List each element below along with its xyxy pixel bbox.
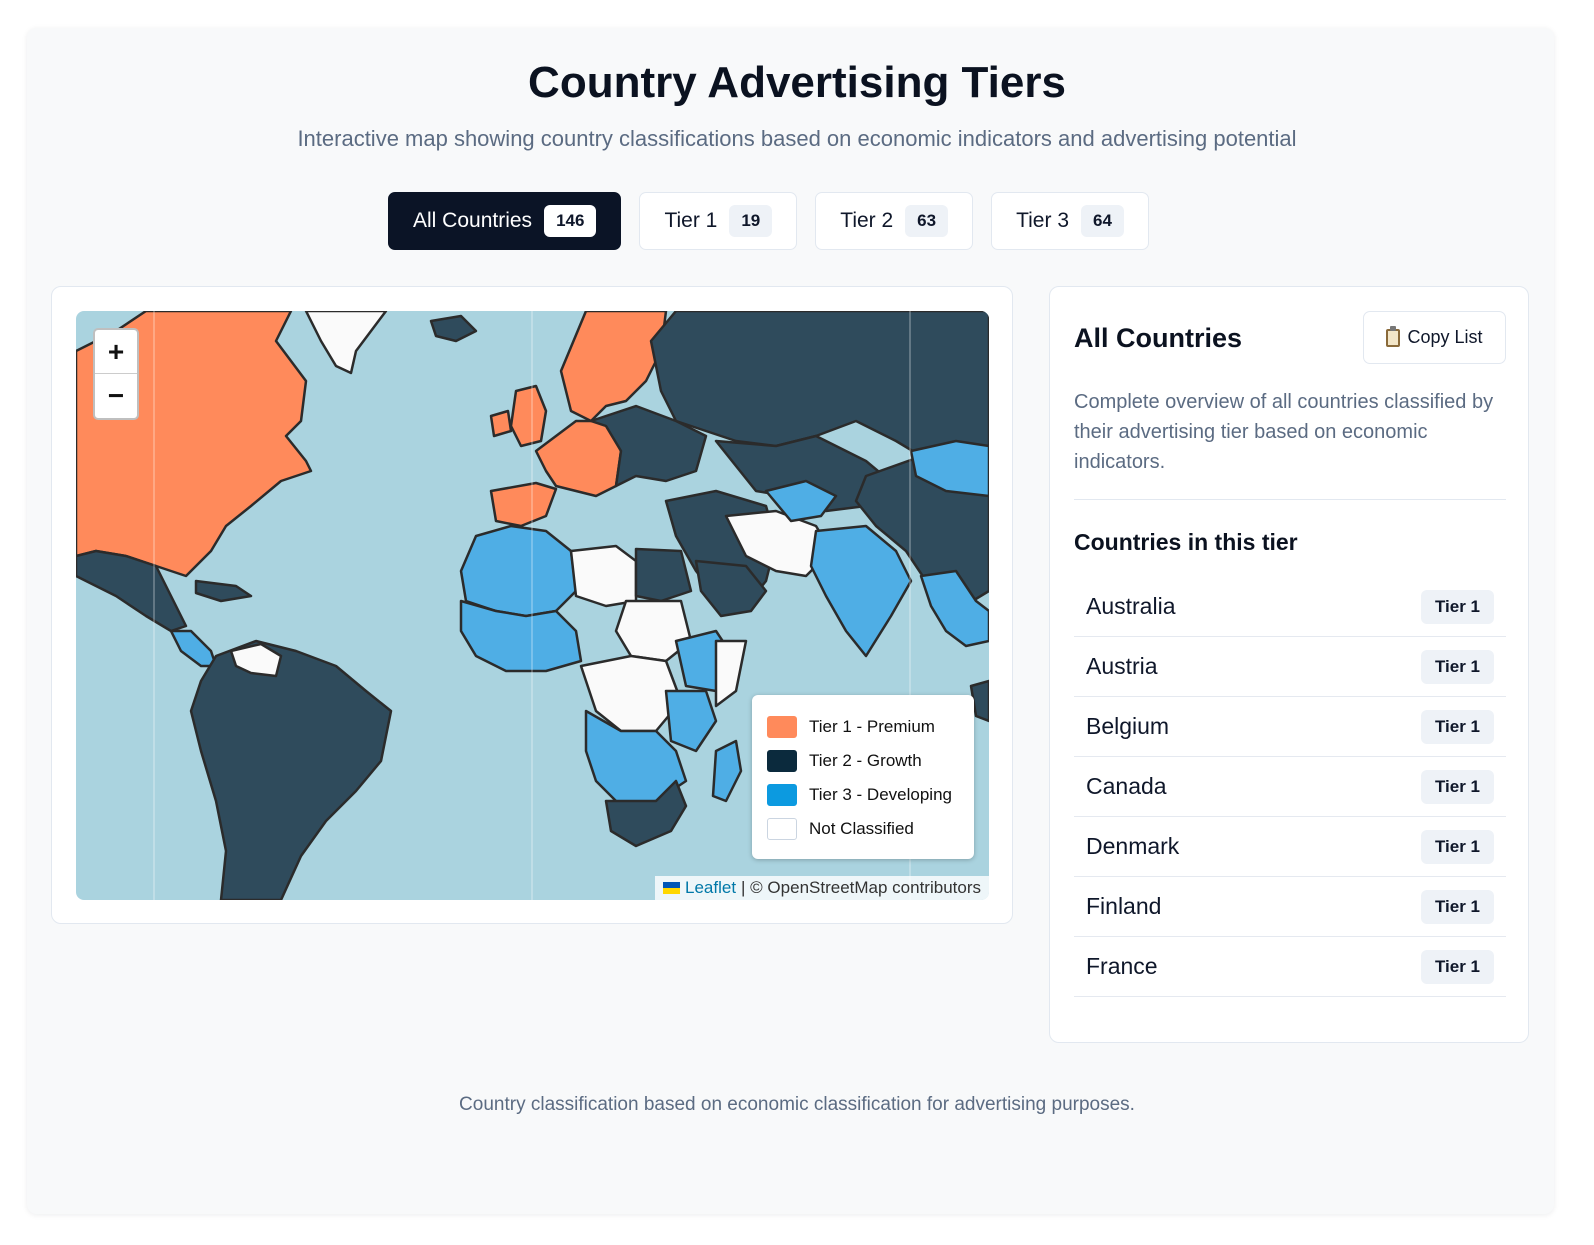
list-item[interactable]: Austria Tier 1	[1074, 637, 1506, 697]
tier-badge: Tier 1	[1420, 949, 1494, 984]
map-legend: Tier 1 - Premium Tier 2 - Growth Tier 3 …	[752, 695, 974, 859]
country-india[interactable]	[809, 524, 913, 658]
panel-description: Complete overview of all countries class…	[1074, 391, 1494, 473]
zoom-out-button[interactable]: −	[95, 374, 137, 418]
list-heading: Countries in this tier	[1074, 529, 1298, 555]
tab-all-countries[interactable]: All Countries 146	[388, 192, 622, 250]
country-madagascar[interactable]	[711, 739, 743, 803]
tab-tier-2[interactable]: Tier 2 63	[815, 192, 974, 250]
country-list[interactable]: Australia Tier 1 Austria Tier 1 Belgium Tie…	[1074, 577, 1506, 1019]
legend-swatch	[767, 784, 797, 806]
country-libya[interactable]	[569, 544, 638, 608]
country-list-panel: All Countries Copy List Complete overvie…	[1049, 286, 1529, 1043]
map-attribution: Leaflet | © OpenStreetMap contributors	[655, 876, 989, 900]
legend-label: Not Classified	[809, 819, 914, 838]
zoom-in-button[interactable]: +	[95, 330, 137, 374]
leaflet-link[interactable]: Leaflet	[685, 878, 736, 898]
list-item[interactable]: Belgium Tier 1	[1074, 697, 1506, 757]
country-name: Finland	[1086, 893, 1162, 919]
country-central-america[interactable]	[169, 629, 218, 668]
ukraine-flag-icon	[663, 882, 680, 894]
country-scandinavia[interactable]	[559, 311, 668, 423]
list-item[interactable]: Denmark Tier 1	[1074, 817, 1506, 877]
country-name: Austria	[1086, 653, 1158, 679]
tier-badge: Tier 1	[1420, 889, 1494, 924]
country-uk[interactable]	[509, 384, 548, 448]
country-caribbean[interactable]	[194, 579, 253, 603]
tab-count-badge: 64	[1081, 205, 1124, 237]
panel-title: All Countries	[1074, 323, 1243, 353]
country-greenland[interactable]	[304, 311, 388, 375]
country-south-america[interactable]	[189, 639, 393, 900]
country-ireland[interactable]	[489, 409, 513, 438]
page-title: Country Advertising Tiers	[528, 58, 1066, 107]
tier-badge: Tier 1	[1420, 649, 1494, 684]
tab-count-badge: 63	[905, 205, 949, 237]
list-item[interactable]: Canada Tier 1	[1074, 757, 1506, 817]
tab-label: Tier 3	[1016, 209, 1069, 232]
attribution-text: | © OpenStreetMap contributors	[741, 878, 981, 897]
page-subtitle: Interactive map showing country classifi…	[297, 126, 1297, 151]
list-item[interactable]: Finland Tier 1	[1074, 877, 1506, 937]
tier-badge: Tier 1	[1420, 589, 1494, 624]
tier-badge: Tier 1	[1420, 829, 1494, 864]
legend-label: Tier 2 - Growth	[809, 751, 922, 770]
legend-label: Tier 3 - Developing	[809, 785, 952, 804]
legend-item-tier-3: Tier 3 - Developing	[767, 778, 959, 812]
country-western-europe[interactable]	[534, 419, 623, 498]
legend-item-not-classified: Not Classified	[767, 812, 959, 846]
tab-count-badge: 146	[544, 205, 597, 237]
legend-item-tier-1: Tier 1 - Premium	[767, 710, 959, 744]
tab-tier-3[interactable]: Tier 3 64	[991, 192, 1149, 250]
clipboard-icon	[1386, 325, 1401, 347]
tier-badge: Tier 1	[1420, 709, 1494, 744]
divider	[1074, 499, 1506, 500]
country-name: Australia	[1086, 593, 1176, 619]
country-north-africa-west[interactable]	[459, 524, 578, 618]
legend-label: Tier 1 - Premium	[809, 717, 935, 736]
tab-tier-1[interactable]: Tier 1 19	[639, 192, 798, 250]
world-map[interactable]: + − Tier 1 - Premium Tier 2 - Growth Tie…	[76, 311, 989, 900]
country-iceland[interactable]	[429, 314, 478, 343]
country-name: Denmark	[1086, 833, 1180, 859]
legend-swatch	[767, 818, 797, 840]
tier-tabs: All Countries 146 Tier 1 19 Tier 2 63 Ti…	[388, 192, 1167, 250]
map-card: + − Tier 1 - Premium Tier 2 - Growth Tie…	[51, 286, 1013, 924]
list-item[interactable]: Australia Tier 1	[1074, 577, 1506, 637]
country-east-africa[interactable]	[664, 689, 718, 753]
tab-count-badge: 19	[729, 205, 773, 237]
country-egypt[interactable]	[634, 547, 693, 603]
legend-swatch	[767, 750, 797, 772]
country-name: Belgium	[1086, 713, 1170, 739]
legend-item-tier-2: Tier 2 - Growth	[767, 744, 959, 778]
country-name: Canada	[1086, 773, 1167, 799]
footer-note: Country classification based on economic…	[459, 1094, 1135, 1115]
copy-list-label: Copy List	[1407, 327, 1483, 347]
copy-list-button[interactable]: Copy List	[1363, 311, 1506, 364]
country-iberia[interactable]	[489, 481, 558, 528]
list-item[interactable]: France Tier 1	[1074, 937, 1506, 997]
country-name: France	[1086, 953, 1158, 979]
country-horn-africa[interactable]	[714, 639, 748, 708]
zoom-control: + −	[93, 328, 139, 420]
tab-label: Tier 1	[664, 209, 718, 232]
tier-badge: Tier 1	[1420, 769, 1494, 804]
legend-swatch	[767, 716, 797, 738]
tab-label: All Countries	[413, 209, 533, 232]
tab-label: Tier 2	[840, 209, 894, 232]
